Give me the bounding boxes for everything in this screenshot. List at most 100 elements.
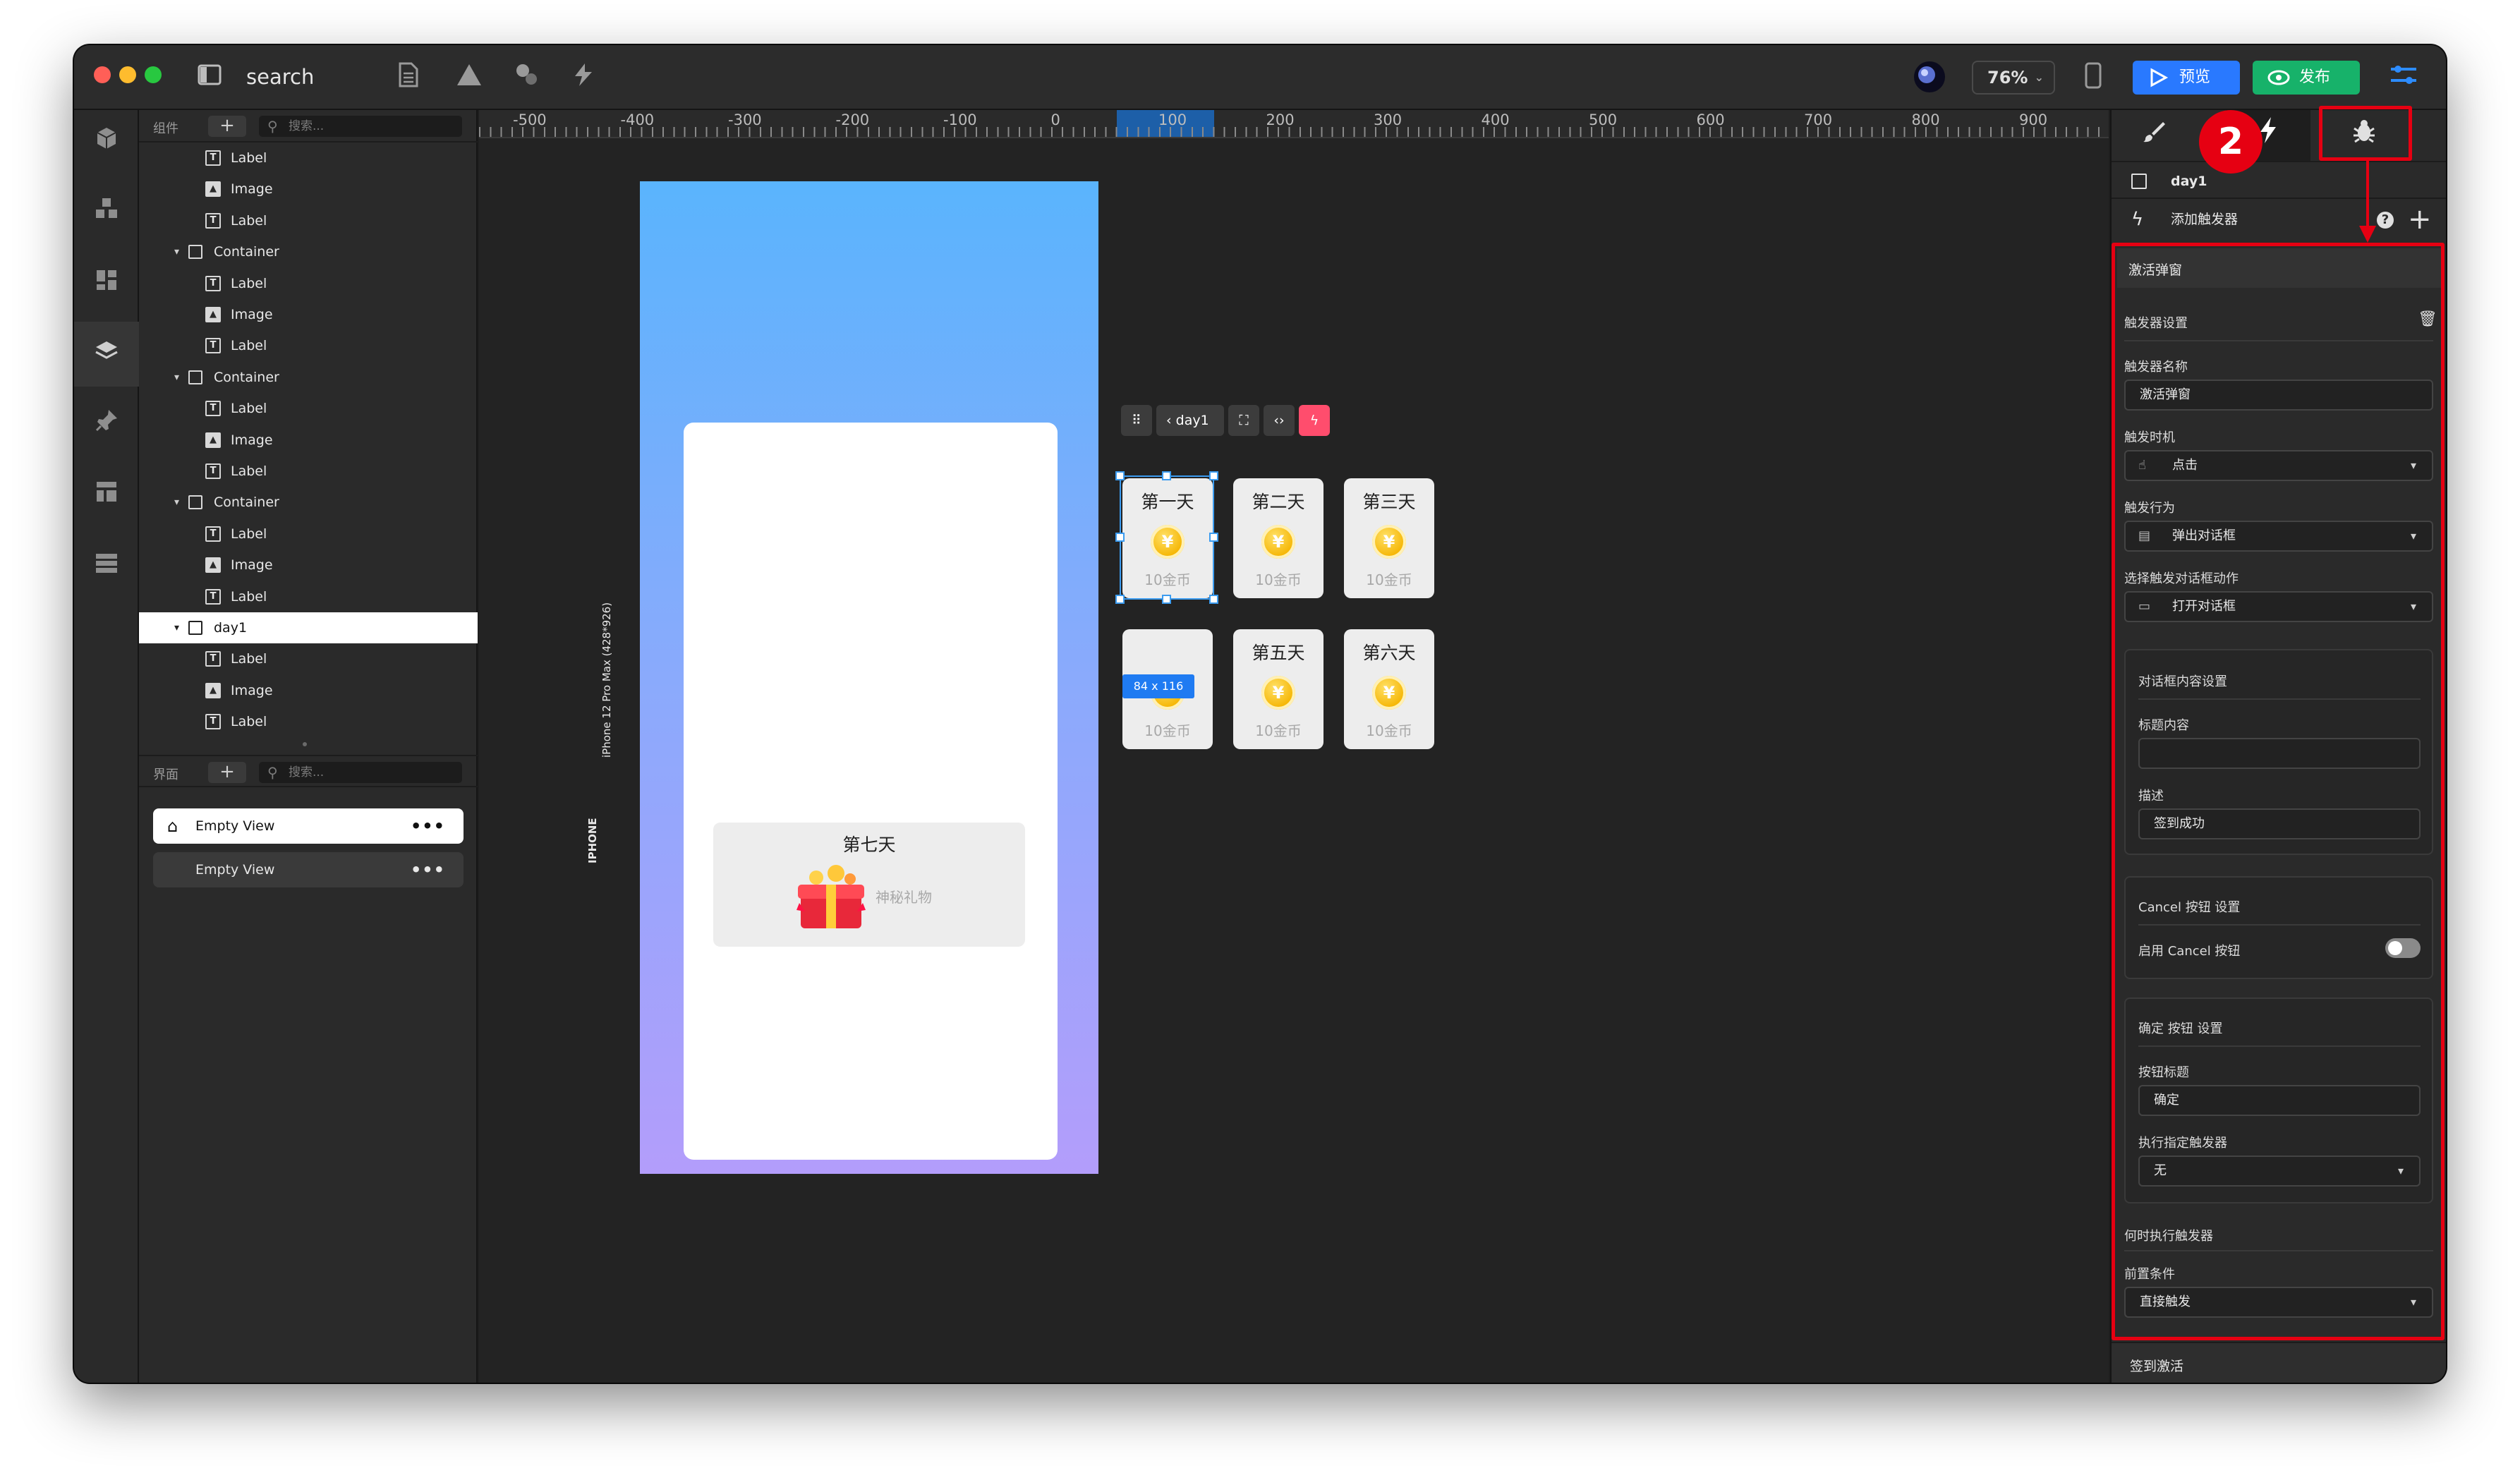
- parent-select-button[interactable]: ‹ day1: [1156, 405, 1224, 436]
- chevron-down-icon[interactable]: ▾: [174, 487, 179, 518]
- sidebar-toggle-icon[interactable]: [194, 62, 225, 93]
- window-title: search: [246, 65, 315, 89]
- drag-handle-icon[interactable]: ⠿: [1121, 405, 1152, 436]
- layer-label: Image: [231, 432, 273, 448]
- view-item-empty-view-home[interactable]: ⌂ Empty View •••: [153, 808, 464, 844]
- image-icon: ▲: [205, 682, 221, 698]
- code-icon[interactable]: ‹›: [1264, 405, 1295, 436]
- layer-item-label[interactable]: T Label: [139, 142, 478, 174]
- cube-icon[interactable]: [74, 110, 139, 175]
- triangle-icon[interactable]: [454, 62, 485, 93]
- layer-item-container[interactable]: ▾ Container: [139, 362, 478, 393]
- container-icon: [188, 495, 202, 510]
- layer-item-image[interactable]: ▲ Image: [139, 425, 478, 456]
- layer-item-label[interactable]: T Label: [139, 643, 478, 674]
- resize-handle[interactable]: [1209, 533, 1218, 542]
- layer-label: Label: [231, 275, 267, 291]
- layer-item-label[interactable]: T Label: [139, 706, 478, 737]
- view-label: Empty View: [195, 862, 275, 878]
- day-reward: 10金币: [1255, 722, 1302, 739]
- views-search-input[interactable]: ⚲ 搜索...: [259, 762, 462, 783]
- resize-handle[interactable]: [1115, 533, 1125, 542]
- selection-box[interactable]: [1120, 475, 1214, 600]
- list-icon[interactable]: [74, 533, 139, 598]
- layer-item-label[interactable]: T Label: [139, 581, 478, 612]
- components-header: 组件 + ⚲ 搜索...: [139, 110, 478, 142]
- resize-handle[interactable]: [1162, 471, 1171, 480]
- resize-handle[interactable]: [1162, 595, 1171, 604]
- selected-component-name: day1: [2171, 174, 2207, 189]
- zoom-window-button[interactable]: [145, 66, 162, 83]
- components-search-input[interactable]: ⚲ 搜索...: [259, 116, 462, 137]
- layer-item-image[interactable]: ▲ Image: [139, 550, 478, 581]
- more-icon[interactable]: •••: [411, 808, 445, 844]
- action-icon[interactable]: [568, 62, 599, 93]
- trigger-icon[interactable]: ϟ: [1299, 405, 1330, 436]
- play-icon: [2150, 68, 2169, 87]
- layer-item-label[interactable]: T Label: [139, 393, 478, 424]
- resize-handle[interactable]: [303, 742, 307, 746]
- layer-item-image[interactable]: ▲ Image: [139, 299, 478, 330]
- layers-icon[interactable]: [74, 322, 139, 387]
- layer-item-image[interactable]: ▲ Image: [139, 675, 478, 706]
- layer-label: Label: [231, 150, 267, 166]
- text-icon: T: [205, 588, 221, 605]
- layout-icon[interactable]: [74, 251, 139, 316]
- settings-sliders-icon[interactable]: [2388, 62, 2419, 93]
- zoom-select[interactable]: 76% ⌄: [1972, 61, 2055, 95]
- add-view-button[interactable]: +: [208, 762, 246, 783]
- chevron-down-icon[interactable]: ▾: [174, 612, 179, 643]
- chevron-down-icon[interactable]: ▾: [174, 236, 179, 267]
- pin-icon[interactable]: [74, 392, 139, 457]
- layer-label: Container: [214, 495, 279, 511]
- device-icon[interactable]: [2078, 62, 2109, 93]
- resize-handle[interactable]: [1115, 595, 1125, 604]
- layer-item-label[interactable]: T Label: [139, 330, 478, 361]
- day-card[interactable]: 第六天 ¥ 10金币: [1344, 629, 1434, 749]
- size-indicator: 84 x 116: [1122, 674, 1194, 698]
- fit-icon[interactable]: ⛶: [1228, 405, 1259, 436]
- preview-button[interactable]: 预览: [2133, 61, 2240, 95]
- template-icon[interactable]: [74, 463, 139, 528]
- day-card[interactable]: 第五天 ¥ 10金币: [1233, 629, 1323, 749]
- layer-item-label[interactable]: T Label: [139, 268, 478, 299]
- day-card[interactable]: 第三天 ¥ 10金币: [1344, 478, 1434, 598]
- next-trigger-row[interactable]: 签到激活: [2112, 1342, 2446, 1383]
- more-icon[interactable]: •••: [411, 852, 445, 887]
- day7-card[interactable]: 第七天 神秘礼物: [713, 823, 1025, 947]
- close-window-button[interactable]: [94, 66, 111, 83]
- device-name: IPHONE: [586, 818, 599, 863]
- layer-item-container[interactable]: ▾ Container: [139, 236, 478, 267]
- add-component-button[interactable]: +: [208, 116, 246, 137]
- publish-button[interactable]: 发布: [2253, 61, 2360, 95]
- minimize-window-button[interactable]: [119, 66, 136, 83]
- day-card[interactable]: 第二天 ¥ 10金币: [1233, 478, 1323, 598]
- help-icon[interactable]: ?: [2377, 212, 2394, 229]
- shapes-icon[interactable]: [511, 62, 543, 93]
- horizontal-ruler: -500 -400 -300 -200 -100 0 100 200 300 400 500 600 7…: [479, 110, 2109, 138]
- layer-item-label[interactable]: T Label: [139, 456, 478, 487]
- layer-item-label[interactable]: T Label: [139, 518, 478, 550]
- layer-item-image[interactable]: ▲ Image: [139, 174, 478, 205]
- chevron-down-icon: ⌄: [2034, 71, 2044, 84]
- views-title: 界面: [153, 768, 178, 782]
- layer-item-label[interactable]: T Label: [139, 205, 478, 236]
- chevron-down-icon[interactable]: ▾: [174, 362, 179, 393]
- device-model: iPhone 12 Pro Max (428*926): [600, 602, 613, 758]
- add-trigger-plus-icon[interactable]: +: [2408, 200, 2432, 238]
- selected-component-row[interactable]: day1: [2112, 161, 2446, 199]
- layer-item-container[interactable]: ▾ day1: [139, 612, 478, 643]
- layer-item-container[interactable]: ▾ Container: [139, 487, 478, 518]
- annotation-arrow: [2359, 161, 2376, 243]
- style-tab[interactable]: [2112, 110, 2196, 162]
- add-trigger-row[interactable]: ϟ 添加触发器 ? +: [2112, 200, 2446, 238]
- document-icon[interactable]: [393, 62, 424, 93]
- resize-handle[interactable]: [1115, 471, 1125, 480]
- components-icon[interactable]: [74, 181, 139, 245]
- resize-handle[interactable]: [1209, 471, 1218, 480]
- ruler-label: -300: [728, 111, 762, 128]
- view-item-empty-view[interactable]: Empty View •••: [153, 852, 464, 887]
- resize-handle[interactable]: [1209, 595, 1218, 604]
- ruler-label: -500: [513, 111, 547, 128]
- avatar[interactable]: [1911, 59, 1948, 96]
